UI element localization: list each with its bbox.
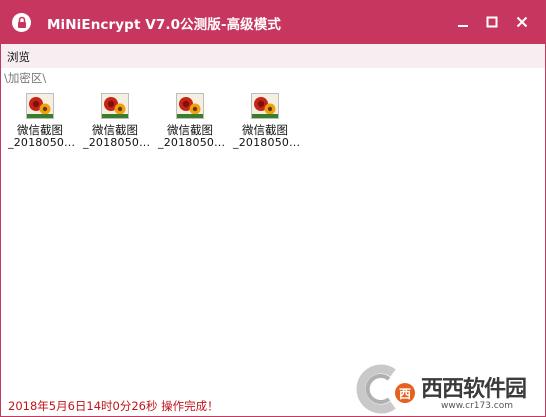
file-list: 微信截图 _2018050... 微信截图 _2018050... 微信截图 _… — [1, 89, 545, 159]
menu-bar: 浏览 — [1, 44, 545, 68]
app-window: MiNiEncrypt V7.0公测版-高级模式 浏览 \加密区\ 微信截图 _… — [0, 0, 546, 417]
file-item[interactable]: 微信截图 _2018050... — [4, 89, 76, 159]
close-icon — [516, 16, 528, 28]
svg-text:西: 西 — [399, 387, 411, 401]
image-file-icon — [176, 93, 204, 119]
file-item[interactable]: 微信截图 _2018050... — [229, 89, 301, 159]
maximize-icon — [486, 16, 498, 28]
watermark-brand: 西西软件园 — [421, 377, 527, 402]
watermark-url: www.cr173.com — [441, 401, 514, 411]
image-file-icon — [101, 93, 129, 119]
watermark-logo-icon: 西 — [349, 363, 419, 415]
image-file-icon — [251, 93, 279, 119]
file-name-suffix: _2018050... — [83, 136, 151, 149]
current-path: \加密区\ — [4, 71, 47, 85]
title-bar[interactable]: MiNiEncrypt V7.0公测版-高级模式 — [1, 1, 545, 44]
watermark: 西 西西软件园 www.cr173.com — [349, 363, 545, 415]
minimize-icon — [457, 16, 469, 28]
minimize-button[interactable] — [450, 9, 476, 35]
file-name-suffix: _2018050... — [8, 136, 76, 149]
file-item[interactable]: 微信截图 _2018050... — [79, 89, 151, 159]
file-item[interactable]: 微信截图 _2018050... — [154, 89, 226, 159]
window-title: MiNiEncrypt V7.0公测版-高级模式 — [47, 17, 281, 33]
image-file-icon — [26, 93, 54, 119]
lock-icon — [12, 13, 31, 32]
menu-item-browse[interactable]: 浏览 — [7, 49, 30, 65]
file-name-suffix: _2018050... — [158, 136, 226, 149]
status-message: 2018年5月6日14时0分26秒 操作完成！ — [8, 399, 219, 413]
close-button[interactable] — [509, 9, 535, 35]
file-name-suffix: _2018050... — [233, 136, 301, 149]
maximize-button[interactable] — [479, 9, 505, 35]
